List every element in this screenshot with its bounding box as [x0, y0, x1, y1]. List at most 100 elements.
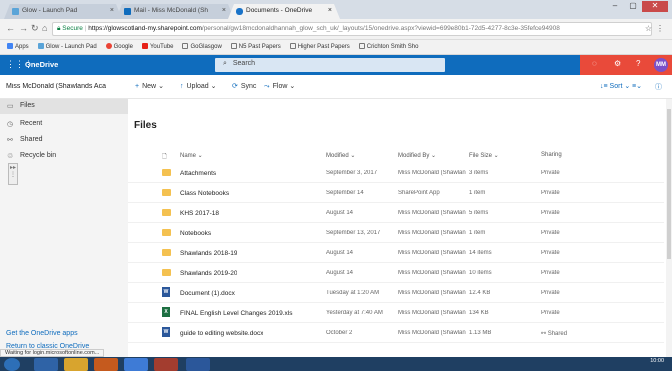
plus-icon: + [135, 83, 140, 90]
start-icon[interactable] [4, 358, 20, 371]
chevron-down-icon: ⌄ [289, 83, 296, 90]
tab-glow-launch-pad[interactable]: Glow - Launch Pad × [4, 4, 122, 19]
close-window-icon[interactable]: ✕ [642, 1, 668, 12]
row-modified-by: Miss McDonald (Shawlanc [398, 310, 466, 316]
minimize-icon[interactable]: – [606, 1, 624, 12]
bookmark-n5[interactable]: N5 Past Papers [230, 43, 281, 50]
row-size: 134 KB [469, 310, 489, 316]
row-name[interactable]: FINAL English Level Changes 2019.xls [180, 310, 293, 317]
table-row[interactable]: Notebooks September 13, 2017 Miss McDona… [128, 223, 664, 243]
row-modified: August 14 [326, 270, 354, 276]
apps-grid-icon [7, 43, 13, 49]
table-row[interactable]: W Document (1).docx Tuesday at 1:20 AM M… [128, 283, 664, 303]
google-icon [105, 43, 112, 49]
bookmark-goglasgow[interactable]: GoGlasgow [182, 43, 222, 50]
file-explorer-icon[interactable] [64, 358, 88, 371]
row-name[interactable]: Class Notebooks [180, 190, 229, 197]
reload-icon[interactable]: ↻ [31, 23, 39, 34]
file-type-header-icon[interactable]: 🗋︎ [162, 152, 167, 162]
row-name[interactable]: Shawlands 2018-19 [180, 250, 237, 257]
help-icon[interactable]: ? [636, 59, 640, 68]
bookmark-star-icon[interactable]: ☆ [645, 24, 652, 33]
tab-documents-onedrive[interactable]: Documents - OneDrive × [228, 4, 340, 19]
sidebar-item-files[interactable]: ▭ Files [0, 99, 128, 114]
brand-title[interactable]: OneDrive [25, 60, 58, 69]
col-file-size[interactable]: File Size ⌄ [469, 152, 499, 159]
col-name[interactable]: Name ⌄ [180, 152, 203, 159]
maximize-icon[interactable]: ▢ [624, 1, 642, 12]
row-modified-by: Miss McDonald (Shawlanc [398, 330, 466, 336]
bookmark-crichton[interactable]: Crichton Smith Sho [358, 43, 418, 50]
view-options-icon[interactable]: ≡⌄ [632, 82, 642, 90]
chrome-icon[interactable] [124, 358, 148, 371]
new-button[interactable]: + New ⌄ [135, 82, 164, 90]
media-icon[interactable] [94, 358, 118, 371]
col-sharing: Sharing [541, 152, 562, 158]
row-modified-by: Miss McDonald (Shawlanc [398, 270, 466, 276]
table-row[interactable]: Class Notebooks September 14 SharePoint … [128, 183, 664, 203]
scrollbar-thumb[interactable] [667, 109, 671, 259]
files-pane: Files 🗋︎ Name ⌄ Modified ⌄ Modified By ⌄… [128, 99, 672, 357]
row-name[interactable]: Document (1).docx [180, 290, 235, 297]
gear-icon[interactable]: ⚙ [614, 59, 621, 68]
table-row[interactable]: Shawlands 2018-19 August 14 Miss McDonal… [128, 243, 664, 263]
bookmark-youtube[interactable]: YouTube [141, 43, 174, 50]
word-taskbar-icon[interactable] [186, 358, 210, 371]
table-row[interactable]: Shawlands 2019-20 August 14 Miss McDonal… [128, 263, 664, 283]
get-apps-link[interactable]: Get the OneDrive apps [6, 330, 78, 337]
col-modified[interactable]: Modified ⌄ [326, 152, 355, 159]
row-name[interactable]: Attachments [180, 170, 216, 177]
word-doc-icon: W [162, 287, 170, 297]
table-row[interactable]: X FINAL English Level Changes 2019.xls Y… [128, 303, 664, 323]
avatar[interactable]: MM [654, 58, 668, 72]
sync-button[interactable]: ⟳ Sync [232, 82, 256, 90]
bookmark-apps[interactable]: Apps [7, 43, 29, 50]
forward-icon[interactable]: → [19, 23, 28, 33]
close-icon[interactable]: × [110, 7, 114, 14]
scrollbar[interactable] [666, 99, 672, 357]
row-modified-by: Miss McDonald (Shawlanc [398, 250, 466, 256]
table-row[interactable]: Attachments September 3, 2017 Miss McDon… [128, 163, 664, 183]
table-row[interactable]: W guide to editing website.docx October … [128, 323, 664, 343]
close-icon[interactable]: × [222, 7, 226, 14]
sidebar-item-recent[interactable]: ◷ Recent [0, 117, 128, 132]
sort-button[interactable]: ↓≡ Sort ⌄ [600, 82, 630, 90]
flow-button[interactable]: ⤳ Flow ⌄ [264, 82, 295, 91]
browser-tab-bar: Glow - Launch Pad × Mail - Miss McDonald… [0, 0, 672, 19]
table-row[interactable]: KHS 2017-18 August 14 Miss McDonald (Sha… [128, 203, 664, 223]
panel-handle[interactable]: ▸▸ ⋮ [8, 163, 18, 185]
sidebar-item-shared[interactable]: ⚯ Shared [0, 133, 128, 148]
home-icon[interactable]: ⌂ [42, 23, 47, 33]
tab-label: Glow - Launch Pad [22, 7, 78, 14]
row-name[interactable]: Shawlands 2019-20 [180, 270, 237, 277]
url-field[interactable]: 🔒︎ Secure | https://glowscotland-my.shar… [52, 22, 652, 36]
search-placeholder: Search [232, 60, 256, 67]
tab-mail[interactable]: Mail - Miss McDonald (Sh × [116, 4, 234, 19]
row-modified-by: SharePoint App [398, 190, 440, 196]
window-controls: – ▢ ✕ [606, 1, 668, 13]
sidebar-item-recycle-bin[interactable]: ♲ Recycle bin [0, 149, 128, 164]
search-box[interactable]: ⌕ Search [215, 58, 445, 72]
upload-button[interactable]: ↑ Upload ⌄ [180, 82, 217, 90]
address-bar-row: ← → ↻ ⌂ 🔒︎ Secure | https://glowscotland… [0, 19, 672, 40]
bookmark-higher[interactable]: Higher Past Papers [289, 43, 350, 50]
powerpoint-icon[interactable] [154, 358, 178, 371]
row-modified: August 14 [326, 250, 354, 256]
row-sharing: Private [541, 230, 560, 236]
youtube-icon [141, 43, 148, 49]
row-name[interactable]: KHS 2017-18 [180, 210, 219, 217]
row-sharing: Private [541, 170, 560, 176]
row-name[interactable]: Notebooks [180, 230, 211, 237]
back-icon[interactable]: ← [6, 23, 15, 33]
search-icon: ⌕ [223, 60, 227, 67]
col-modified-by[interactable]: Modified By ⌄ [398, 152, 436, 159]
notifications-icon[interactable]: ◌ [592, 59, 597, 68]
clock[interactable]: 10:00 [650, 358, 664, 364]
bookmark-google[interactable]: Google [105, 43, 133, 50]
bookmark-glow[interactable]: Glow - Launch Pad [37, 43, 97, 50]
close-icon[interactable]: × [328, 7, 332, 14]
ie-icon[interactable] [34, 358, 58, 371]
menu-icon[interactable]: ⋮ [656, 24, 664, 33]
row-name[interactable]: guide to editing website.docx [180, 330, 263, 337]
info-icon[interactable]: ⓘ [655, 82, 662, 92]
